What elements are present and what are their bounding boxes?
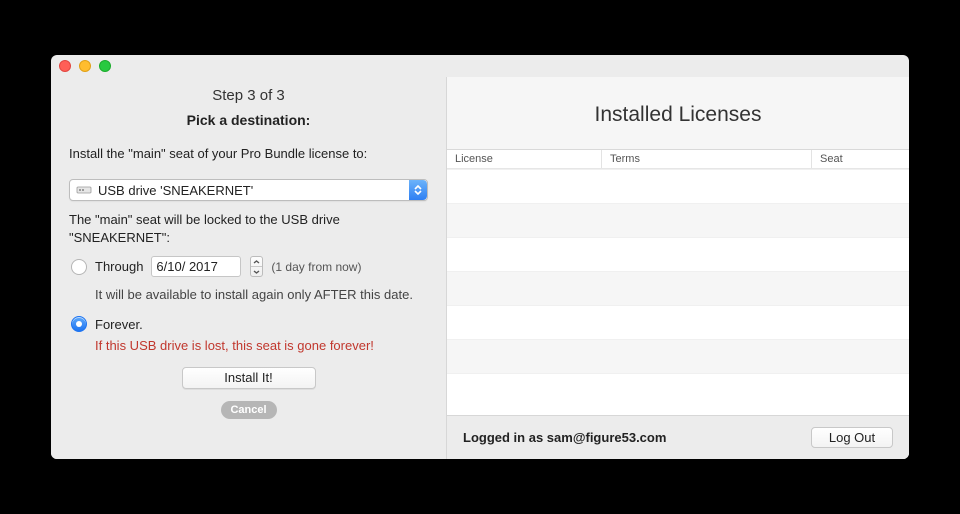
install-panel: Step 3 of 3 Pick a destination: Install … <box>51 77 446 459</box>
licenses-table-header: License Terms Seat <box>447 149 909 169</box>
radio-forever-label: Forever. <box>95 317 143 332</box>
table-row <box>447 271 909 305</box>
table-row <box>447 373 909 407</box>
window-minimize-button[interactable] <box>79 60 91 72</box>
option-through-row: Through 6/10/ 2017 (1 day from now) <box>69 256 428 277</box>
table-row <box>447 237 909 271</box>
logged-in-prefix: Logged in as <box>463 430 547 445</box>
option-forever-row: Forever. <box>69 316 428 332</box>
licenses-window: Step 3 of 3 Pick a destination: Install … <box>51 55 909 459</box>
radio-through-label: Through <box>95 259 143 274</box>
lock-info-text: The "main" seat will be locked to the US… <box>69 211 428 246</box>
logged-in-label: Logged in as sam@figure53.com <box>463 430 666 445</box>
logged-in-email: sam@figure53.com <box>547 430 667 445</box>
through-date-field[interactable]: 6/10/ 2017 <box>151 256 241 277</box>
table-row <box>447 305 909 339</box>
destination-select-value: USB drive 'SNEAKERNET' <box>98 183 253 198</box>
window-titlebar <box>51 55 909 77</box>
cancel-button[interactable]: Cancel <box>221 401 277 419</box>
forever-warning: If this USB drive is lost, this seat is … <box>95 338 428 353</box>
licenses-table-body <box>447 169 909 415</box>
column-terms[interactable]: Terms <box>602 150 812 168</box>
radio-forever[interactable] <box>71 316 87 332</box>
window-close-button[interactable] <box>59 60 71 72</box>
table-row <box>447 169 909 203</box>
table-row <box>447 339 909 373</box>
stepper-down-icon <box>251 267 262 276</box>
table-row <box>447 203 909 237</box>
through-relative-note: (1 day from now) <box>271 260 361 274</box>
column-seat[interactable]: Seat <box>812 150 909 168</box>
through-date-value: 6/10/ 2017 <box>156 259 217 274</box>
install-instruction: Install the "main" seat of your Pro Bund… <box>69 146 428 161</box>
date-stepper[interactable] <box>250 256 263 277</box>
installed-licenses-title: Installed Licenses <box>447 77 909 149</box>
step-indicator: Step 3 of 3 <box>69 87 428 104</box>
install-button[interactable]: Install It! <box>182 367 316 389</box>
destination-select[interactable]: USB drive 'SNEAKERNET' <box>69 179 428 201</box>
select-caret-icon <box>409 180 427 200</box>
logout-button[interactable]: Log Out <box>811 427 893 448</box>
usb-drive-icon <box>76 184 92 196</box>
radio-through[interactable] <box>71 259 87 275</box>
licenses-footer: Logged in as sam@figure53.com Log Out <box>447 415 909 459</box>
window-content: Step 3 of 3 Pick a destination: Install … <box>51 77 909 459</box>
through-sub-note: It will be available to install again on… <box>95 287 428 302</box>
window-zoom-button[interactable] <box>99 60 111 72</box>
pick-destination-heading: Pick a destination: <box>69 112 428 128</box>
column-license[interactable]: License <box>447 150 602 168</box>
installed-licenses-panel: Installed Licenses License Terms Seat Lo… <box>446 77 909 459</box>
stepper-up-icon <box>251 257 262 267</box>
